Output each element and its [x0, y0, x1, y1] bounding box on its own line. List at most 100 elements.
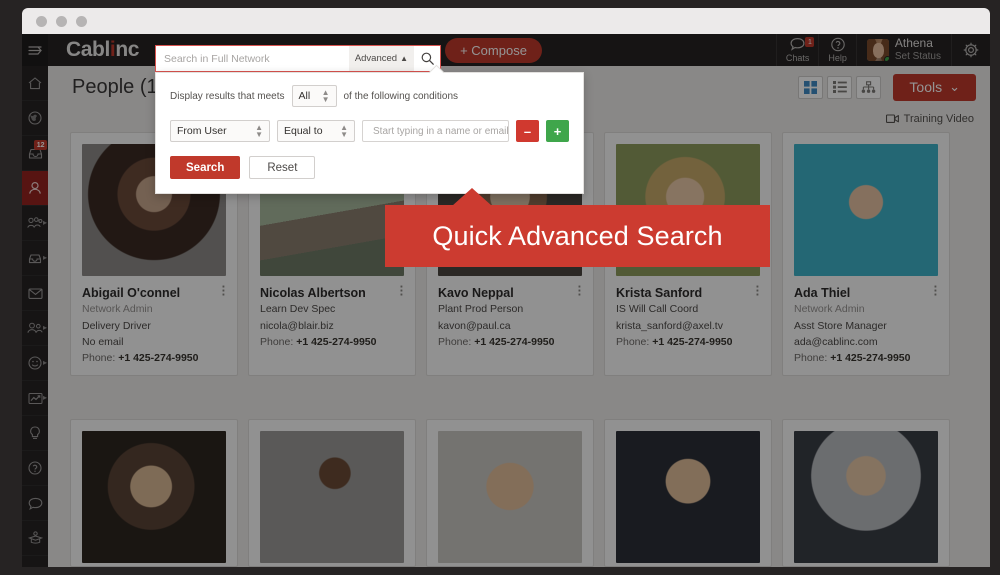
tray-icon — [28, 253, 41, 263]
brand-logo[interactable]: Cablinc — [66, 38, 139, 62]
person-photo — [260, 431, 404, 563]
person-photo — [82, 431, 226, 563]
person-email: No email — [82, 335, 124, 348]
sidebar-item-files[interactable]: ▸ — [22, 241, 48, 276]
chevron-up-icon: ▲ — [400, 54, 408, 63]
sidebar-item-inbox[interactable]: 12 — [22, 136, 48, 171]
people-group-icon — [27, 217, 43, 228]
card-menu-button[interactable]: · · · — [574, 280, 582, 301]
person-card[interactable] — [70, 419, 238, 567]
window-minimize-dot[interactable] — [56, 15, 67, 27]
phone-label: Phone: — [794, 352, 828, 365]
grid-view-button[interactable] — [798, 75, 824, 99]
phone-number: +1 425-274-9950 — [296, 335, 377, 348]
sidebar-item-chat[interactable] — [22, 486, 48, 521]
match-type-select[interactable]: All ▲ ▼ — [291, 85, 337, 107]
advanced-toggle[interactable]: Advanced ▲ — [348, 46, 414, 71]
condition-operator-value: Equal to — [284, 125, 323, 137]
sidebar-item-people[interactable] — [22, 171, 48, 206]
home-icon — [28, 76, 42, 89]
sidebar-item-help[interactable] — [22, 451, 48, 486]
person-phone: Phone: +1 425-274-9950 — [82, 350, 226, 366]
person-photo — [438, 431, 582, 563]
settings-button[interactable] — [951, 34, 990, 66]
list-view-button[interactable] — [827, 75, 853, 99]
add-condition-button[interactable]: + — [546, 120, 569, 142]
condition-value-placeholder: Start typing in a name or email — [373, 125, 509, 137]
chats-button[interactable]: Chats 1 — [775, 34, 819, 66]
user-menu[interactable]: Athena Set Status — [855, 34, 951, 66]
condition-value-input[interactable]: Start typing in a name or email — [362, 120, 509, 142]
chevron-down-icon: ⌄ — [949, 79, 960, 95]
match-suffix-label: of the following conditions — [343, 90, 459, 102]
sidebar-item-home[interactable] — [22, 66, 48, 101]
chat-bubble-icon — [790, 37, 805, 51]
sidebar-item-mail[interactable] — [22, 276, 48, 311]
card-menu-button[interactable]: · · · — [752, 280, 760, 301]
tools-button[interactable]: Tools ⌄ — [893, 73, 976, 101]
condition-field-value: From User — [177, 125, 227, 137]
set-status-link[interactable]: Set Status — [895, 51, 941, 63]
reset-button[interactable]: Reset — [249, 156, 316, 179]
condition-operator-select[interactable]: Equal to ▲ ▼ — [277, 120, 355, 142]
sidebar-item-analytics[interactable]: ▸ — [22, 381, 48, 416]
sidebar-item-social[interactable]: ▸ — [22, 346, 48, 381]
person-name: Abigail O'connel — [82, 286, 181, 300]
condition-row: From User ▲ ▼ Equal to ▲ ▼ Start typing in… — [170, 120, 569, 142]
person-photo — [794, 144, 938, 276]
phone-label: Phone: — [82, 352, 116, 365]
magnifier-icon — [421, 52, 434, 65]
person-title: Learn Dev Spec — [260, 303, 336, 316]
remove-condition-button[interactable]: – — [516, 120, 539, 142]
video-camera-icon — [885, 114, 899, 123]
help-button[interactable]: Help — [818, 34, 856, 66]
gear-icon — [963, 42, 979, 57]
chats-label: Chats — [785, 53, 810, 63]
chevron-right-icon: ▸ — [42, 358, 47, 367]
advanced-label: Advanced — [354, 53, 398, 64]
card-menu-button[interactable]: · · · — [930, 280, 938, 301]
person-card[interactable] — [248, 419, 416, 567]
search-input[interactable]: Search in Full Network — [156, 53, 349, 65]
person-phone: Phone: +1 425-274-9950 — [794, 350, 938, 366]
match-rule-row: Display results that meets All ▲ ▼ of the… — [170, 85, 569, 107]
org-chart-view-button[interactable] — [856, 75, 882, 99]
phone-number: +1 425-274-9950 — [118, 352, 199, 365]
card-menu-button[interactable]: · · · — [218, 280, 226, 301]
sidebar-item-ideas[interactable] — [22, 416, 48, 451]
person-photo — [794, 431, 938, 563]
person-title: Asst Store Manager — [794, 319, 887, 332]
window-maximize-dot[interactable] — [76, 15, 87, 27]
user-name: Athena — [894, 36, 933, 51]
condition-field-select[interactable]: From User ▲ ▼ — [170, 120, 270, 142]
person-role: Network Admin — [82, 303, 153, 316]
phone-number: +1 425-274-9950 — [474, 335, 555, 348]
chevron-right-icon: ▸ — [42, 393, 47, 402]
chart-icon — [28, 392, 42, 404]
person-icon — [29, 181, 41, 194]
chevron-right-icon: ▸ — [42, 323, 47, 332]
search-button[interactable]: Search — [170, 156, 241, 179]
person-email: kavon@paul.ca — [438, 319, 511, 332]
sidebar-item-groups[interactable]: ▸ — [22, 206, 48, 241]
grid-icon — [804, 80, 818, 94]
hamburger-icon — [27, 45, 42, 55]
person-name: Ada Thiel — [794, 286, 851, 300]
panel-actions: Search Reset — [170, 156, 569, 179]
inbox-badge: 12 — [34, 140, 47, 150]
chats-badge: 1 — [805, 37, 815, 48]
sidebar-item-users[interactable]: ▸ — [22, 311, 48, 346]
sidebar-item-network[interactable] — [22, 101, 48, 136]
callout-pointer — [452, 188, 492, 206]
card-menu-button[interactable]: · · · — [396, 280, 404, 301]
person-card[interactable] — [426, 419, 594, 567]
search-field[interactable]: Search in Full Network Advanced ▲ — [155, 45, 441, 72]
person-card[interactable] — [782, 419, 950, 567]
sidebar-menu-toggle[interactable] — [22, 34, 48, 66]
window-close-dot[interactable] — [36, 15, 47, 27]
person-phone: Phone: +1 425-274-9950 — [260, 334, 404, 350]
person-card[interactable]: Ada Thiel · · · Network Admin Asst Store M… — [782, 132, 950, 377]
sidebar-item-learn[interactable] — [22, 521, 48, 556]
person-card[interactable] — [604, 419, 772, 567]
phone-label: Phone: — [438, 335, 472, 348]
